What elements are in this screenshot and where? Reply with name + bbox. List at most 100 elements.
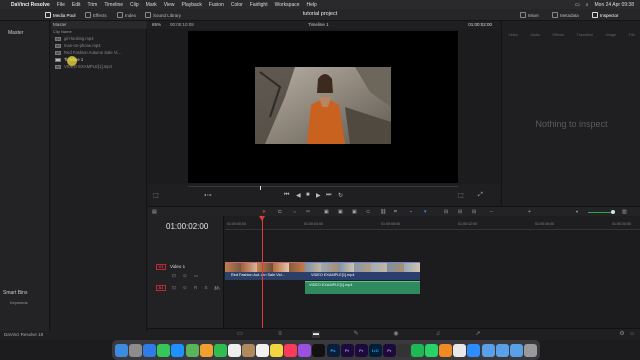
page-fusion-icon[interactable]: ✎ [352,331,360,338]
menu-app-name[interactable]: DaVinci Resolve [11,2,50,8]
bin-master[interactable]: Master [8,30,23,36]
viewer-jog-icon[interactable]: ◂ • ▸ [204,192,212,197]
dock-launchpad-icon[interactable] [129,343,143,357]
dynamic-trim-icon[interactable]: ⇔ [292,209,299,215]
viewer-scrubber[interactable] [188,186,458,190]
timeline-view-options-icon[interactable]: ▤ [152,209,159,215]
tab-image[interactable]: Image [606,33,617,43]
insert-clip-icon[interactable]: ▣ [324,209,331,215]
index-button[interactable]: Index [117,11,136,19]
snapping-icon[interactable]: ⊂ [366,209,373,215]
menu-edit[interactable]: Edit [72,2,81,8]
smart-bins-label[interactable]: Smart Bins [3,290,27,296]
menu-fairlight[interactable]: Fairlight [250,2,268,8]
volume-slider-knob[interactable] [611,210,615,214]
menu-mark[interactable]: Mark [146,2,157,8]
spotlight-icon[interactable]: ⌕ [586,2,589,8]
dock-trash-icon[interactable] [523,343,537,357]
blade-tool-icon[interactable]: ✂ [306,209,313,215]
menu-view[interactable]: View [164,2,175,8]
reverse-play-icon[interactable]: ◀ [296,192,301,199]
menu-clip[interactable]: Clip [130,2,139,8]
dock-chrome-icon[interactable] [453,343,467,357]
menu-clock[interactable]: Mon 24 Apr 09:38 [595,2,634,8]
inspector-button[interactable]: Inspector [592,11,619,19]
sound-library-button[interactable]: Sound Library [145,11,181,19]
dock-zoom-icon[interactable] [467,343,481,357]
dock-music-icon[interactable] [284,343,298,357]
track-id-a1[interactable]: A1 [156,285,166,291]
dock-messages-icon[interactable] [157,343,171,357]
metadata-button[interactable]: Metadata [552,11,579,19]
page-media-icon[interactable]: ▭ [236,331,244,338]
fullscreen-icon[interactable]: ⤢ [478,192,483,199]
marker-icon[interactable]: ▾ [424,209,431,215]
scrubber-head[interactable] [260,186,261,190]
linked-selection-icon[interactable]: ⛓ [380,209,387,215]
trim-tool-icon[interactable]: ⊏ [278,209,285,215]
zoom-custom-icon[interactable]: ⊟ [472,209,479,215]
media-pool-clip[interactable]: man-on-phone.mp4 [55,42,101,49]
mixer-button[interactable]: Mixer [520,11,539,19]
menu-trim[interactable]: Trim [88,2,98,8]
timeline-video-clip[interactable]: VIDEO EXAMPLE[1].mp4 [305,262,420,280]
menu-file[interactable]: File [57,2,65,8]
page-deliver-icon[interactable]: ➚ [474,331,482,338]
dock-mail-icon[interactable] [171,343,185,357]
viewer-zoom[interactable]: 65% [152,22,161,27]
stop-icon[interactable]: ■ [306,192,310,198]
page-fairlight-icon[interactable]: ♫ [434,331,442,338]
viewer-options-icon[interactable]: ⬚ [153,192,159,199]
menu-workspace[interactable]: Workspace [275,2,300,8]
dock-premiere-icon[interactable]: Pr [382,343,396,357]
zoom-in-icon[interactable]: + [528,209,535,215]
tab-audio[interactable]: Audio [530,33,540,43]
track-controls-v1[interactable]: ⊡ ⊙ ▭ [172,273,201,279]
media-pool-clip[interactable]: VIDEO EXAMPLE[1].mp4 [55,63,112,70]
dock-notes-icon[interactable] [270,343,284,357]
page-color-icon[interactable]: ◉ [392,331,400,338]
menu-timeline[interactable]: Timeline [104,2,123,8]
dock-tv-icon[interactable] [312,343,326,357]
play-icon[interactable]: ▶ [316,192,321,199]
page-edit-icon[interactable]: ▬ [312,331,320,338]
dock-podcasts-icon[interactable] [298,343,312,357]
dock-safari-icon[interactable] [143,343,157,357]
audio-volume-icon[interactable]: 🔈︎ [576,209,583,215]
tab-file[interactable]: File [629,33,635,43]
dock-folder-icon[interactable] [481,343,495,357]
zoom-detail-icon[interactable]: ⊟ [458,209,465,215]
menu-help[interactable]: Help [307,2,317,8]
tab-effects[interactable]: Effects [553,33,565,43]
media-pool-button[interactable]: Media Pool [45,11,76,19]
skip-to-start-icon[interactable]: ⏮ [284,192,289,199]
viewer-timeline-name[interactable]: Timeline 1 [308,22,329,27]
skip-to-end-icon[interactable]: ⏭ [326,192,331,199]
timeline-video-clip[interactable]: Red Fashion Aut..mn Sale Vid... [225,262,305,280]
track-name-v1[interactable]: Video 1 [170,264,185,269]
selection-tool-icon[interactable]: ➤ [262,209,269,215]
page-cut-icon[interactable]: ≡ [276,331,284,338]
dock-maps-icon[interactable] [185,343,199,357]
replace-clip-icon[interactable]: ▣ [352,209,359,215]
timeline-ruler[interactable]: 01:00:00:00 01:00:04:00 01:00:08:00 01:0… [225,216,640,230]
dock-folder-icon[interactable] [495,343,509,357]
timeline-timecode[interactable]: 01:00:02:00 [166,222,208,231]
dock-vlc-icon[interactable] [439,343,453,357]
dock-finder-icon[interactable] [115,343,129,357]
dock-photos-icon[interactable] [199,343,213,357]
dock-calendar-icon[interactable] [227,343,241,357]
dock-whatsapp-icon[interactable] [425,343,439,357]
dock-premiere-icon[interactable]: Pr [354,343,368,357]
zoom-full-icon[interactable]: ⊟ [444,209,451,215]
dock-folder-icon[interactable] [509,343,523,357]
dock-facetime-icon[interactable] [213,343,227,357]
dock-resolve-icon[interactable] [396,343,410,357]
flag-icon[interactable]: ▪ [410,209,417,215]
media-pool-clip[interactable]: Red Fashion Autumn Sale Vi... [55,49,121,56]
zoom-out-icon[interactable]: − [490,209,497,215]
tab-transition[interactable]: Transition [577,33,594,43]
dock-lightroom-classic-icon[interactable]: LrC [368,343,382,357]
menu-fusion[interactable]: Fusion [209,2,224,8]
tab-video[interactable]: Video [508,33,518,43]
